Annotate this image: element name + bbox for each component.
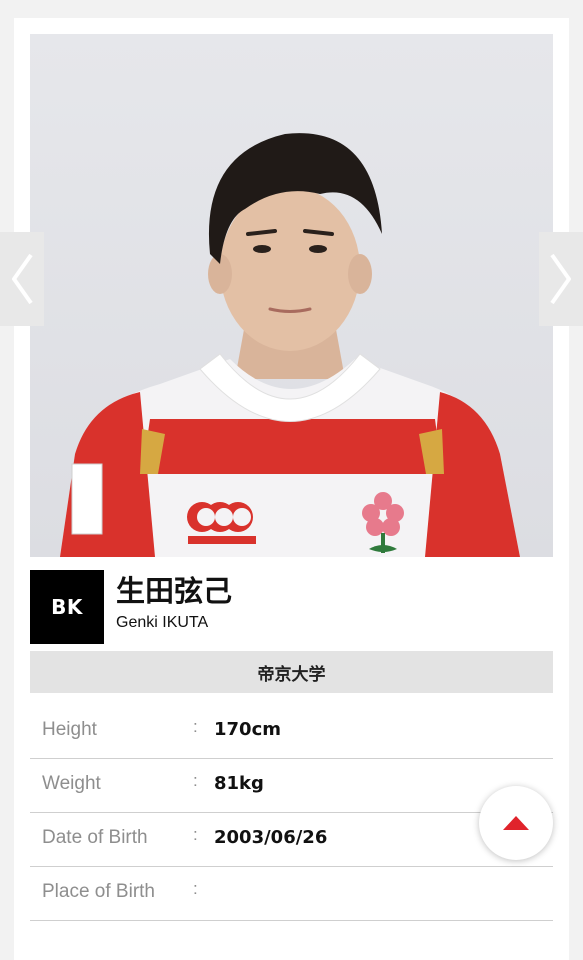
profile-label: Weight [42, 773, 101, 794]
profile-row-date-of-birth: Date of Birth : 2003/06/26 [30, 813, 553, 867]
chevron-left-icon [12, 253, 33, 305]
player-name-english: Genki IKUTA [116, 614, 209, 631]
profile-label: Date of Birth [42, 827, 148, 848]
profile-value: 81kg [214, 773, 264, 794]
profile-separator: : [193, 879, 198, 898]
previous-player-button[interactable] [0, 232, 44, 326]
player-name-japanese: 生田弦己 [116, 574, 233, 608]
profile-table: Height : 170cm Weight : 81kg Date of Bir… [30, 705, 553, 921]
next-player-button[interactable] [539, 232, 583, 326]
profile-value: 2003/06/26 [214, 827, 328, 848]
scroll-to-top-button[interactable] [479, 786, 553, 860]
profile-separator: : [193, 717, 198, 736]
school-name: 帝京大学 [30, 651, 553, 693]
chevron-right-icon [550, 253, 571, 305]
profile-row-height: Height : 170cm [30, 705, 553, 759]
profile-label: Height [42, 719, 97, 740]
profile-value: 170cm [214, 719, 281, 740]
triangle-up-icon [503, 816, 529, 830]
profile-label: Place of Birth [42, 881, 155, 902]
player-photo [30, 34, 553, 557]
profile-row-weight: Weight : 81kg [30, 759, 553, 813]
profile-separator: : [193, 825, 198, 844]
position-badge: BK [30, 570, 104, 644]
profile-separator: : [193, 771, 198, 790]
profile-row-place-of-birth: Place of Birth : [30, 867, 553, 921]
